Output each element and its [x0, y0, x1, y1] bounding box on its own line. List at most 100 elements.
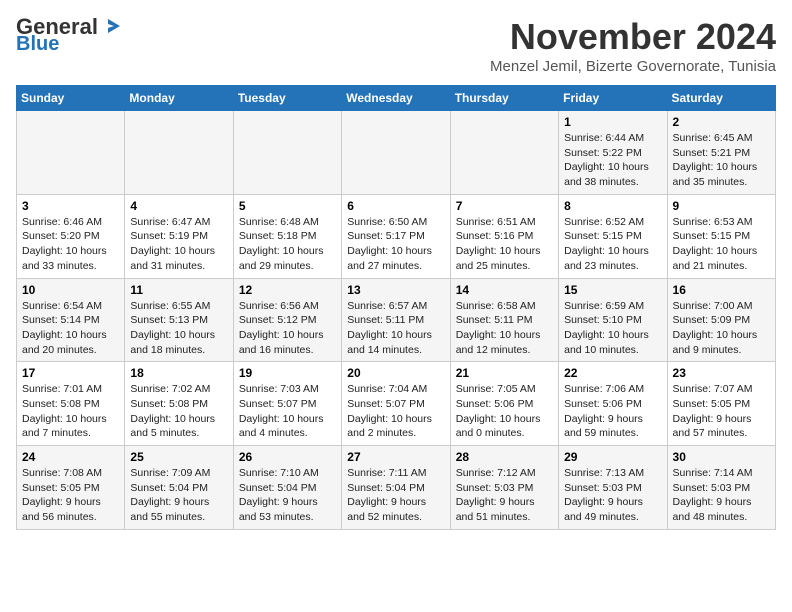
day-info: Sunrise: 7:00 AMSunset: 5:09 PMDaylight:…	[673, 299, 770, 358]
calendar-week-row: 24 Sunrise: 7:08 AMSunset: 5:05 PMDayligh…	[17, 446, 776, 530]
calendar-day-cell: 2 Sunrise: 6:45 AMSunset: 5:21 PMDaylight…	[667, 111, 775, 195]
day-number: 27	[347, 450, 444, 464]
day-info: Sunrise: 7:08 AMSunset: 5:05 PMDaylight:…	[22, 466, 119, 525]
calendar-day-cell: 9 Sunrise: 6:53 AMSunset: 5:15 PMDaylight…	[667, 194, 775, 278]
day-number: 6	[347, 199, 444, 213]
day-info: Sunrise: 7:06 AMSunset: 5:06 PMDaylight:…	[564, 382, 661, 441]
calendar-day-cell: 11 Sunrise: 6:55 AMSunset: 5:13 PMDayligh…	[125, 278, 233, 362]
day-info: Sunrise: 7:10 AMSunset: 5:04 PMDaylight:…	[239, 466, 336, 525]
day-info: Sunrise: 6:46 AMSunset: 5:20 PMDaylight:…	[22, 215, 119, 274]
calendar-day-cell: 22 Sunrise: 7:06 AMSunset: 5:06 PMDayligh…	[559, 362, 667, 446]
day-number: 21	[456, 366, 553, 380]
day-number: 13	[347, 283, 444, 297]
weekday-header: Sunday	[17, 86, 125, 111]
calendar-day-cell: 19 Sunrise: 7:03 AMSunset: 5:07 PMDayligh…	[233, 362, 341, 446]
day-info: Sunrise: 6:50 AMSunset: 5:17 PMDaylight:…	[347, 215, 444, 274]
day-number: 11	[130, 283, 227, 297]
calendar-day-cell: 10 Sunrise: 6:54 AMSunset: 5:14 PMDayligh…	[17, 278, 125, 362]
calendar-day-cell: 24 Sunrise: 7:08 AMSunset: 5:05 PMDayligh…	[17, 446, 125, 530]
day-info: Sunrise: 7:03 AMSunset: 5:07 PMDaylight:…	[239, 382, 336, 441]
day-info: Sunrise: 7:07 AMSunset: 5:05 PMDaylight:…	[673, 382, 770, 441]
day-number: 19	[239, 366, 336, 380]
calendar-table: SundayMondayTuesdayWednesdayThursdayFrid…	[16, 85, 776, 530]
day-number: 7	[456, 199, 553, 213]
weekday-header: Monday	[125, 86, 233, 111]
day-number: 24	[22, 450, 119, 464]
day-number: 14	[456, 283, 553, 297]
calendar-day-cell: 30Sunrise: 7:14 AMSunset: 5:03 PMDayligh…	[667, 446, 775, 530]
calendar-day-cell: 16 Sunrise: 7:00 AMSunset: 5:09 PMDayligh…	[667, 278, 775, 362]
calendar-header-row: SundayMondayTuesdayWednesdayThursdayFrid…	[17, 86, 776, 111]
calendar-day-cell: 6 Sunrise: 6:50 AMSunset: 5:17 PMDaylight…	[342, 194, 450, 278]
day-info: Sunrise: 7:13 AMSunset: 5:03 PMDaylight:…	[564, 466, 661, 525]
calendar-day-cell	[233, 111, 341, 195]
weekday-header: Saturday	[667, 86, 775, 111]
calendar-day-cell: 13 Sunrise: 6:57 AMSunset: 5:11 PMDayligh…	[342, 278, 450, 362]
calendar-day-cell: 3 Sunrise: 6:46 AMSunset: 5:20 PMDaylight…	[17, 194, 125, 278]
page-header: General Blue November 2024 Menzel Jemil,…	[16, 16, 776, 75]
logo: General Blue	[16, 16, 122, 54]
day-number: 3	[22, 199, 119, 213]
day-info: Sunrise: 6:55 AMSunset: 5:13 PMDaylight:…	[130, 299, 227, 358]
calendar-day-cell: 18 Sunrise: 7:02 AMSunset: 5:08 PMDayligh…	[125, 362, 233, 446]
day-info: Sunrise: 7:01 AMSunset: 5:08 PMDaylight:…	[22, 382, 119, 441]
day-number: 2	[673, 115, 770, 129]
day-info: Sunrise: 7:02 AMSunset: 5:08 PMDaylight:…	[130, 382, 227, 441]
calendar-day-cell	[342, 111, 450, 195]
day-number: 12	[239, 283, 336, 297]
day-number: 23	[673, 366, 770, 380]
day-info: Sunrise: 6:45 AMSunset: 5:21 PMDaylight:…	[673, 131, 770, 190]
calendar-day-cell: 28 Sunrise: 7:12 AMSunset: 5:03 PMDayligh…	[450, 446, 558, 530]
day-number: 22	[564, 366, 661, 380]
calendar-week-row: 3 Sunrise: 6:46 AMSunset: 5:20 PMDaylight…	[17, 194, 776, 278]
calendar-day-cell: 4 Sunrise: 6:47 AMSunset: 5:19 PMDaylight…	[125, 194, 233, 278]
day-number: 8	[564, 199, 661, 213]
calendar-day-cell: 27 Sunrise: 7:11 AMSunset: 5:04 PMDayligh…	[342, 446, 450, 530]
day-info: Sunrise: 7:09 AMSunset: 5:04 PMDaylight:…	[130, 466, 227, 525]
logo-icon	[100, 15, 122, 37]
calendar-day-cell	[17, 111, 125, 195]
day-number: 16	[673, 283, 770, 297]
day-info: Sunrise: 6:59 AMSunset: 5:10 PMDaylight:…	[564, 299, 661, 358]
day-info: Sunrise: 7:04 AMSunset: 5:07 PMDaylight:…	[347, 382, 444, 441]
day-info: Sunrise: 6:48 AMSunset: 5:18 PMDaylight:…	[239, 215, 336, 274]
location-subtitle: Menzel Jemil, Bizerte Governorate, Tunis…	[490, 58, 776, 75]
calendar-day-cell: 15 Sunrise: 6:59 AMSunset: 5:10 PMDayligh…	[559, 278, 667, 362]
calendar-week-row: 17 Sunrise: 7:01 AMSunset: 5:08 PMDayligh…	[17, 362, 776, 446]
calendar-day-cell: 14 Sunrise: 6:58 AMSunset: 5:11 PMDayligh…	[450, 278, 558, 362]
calendar-day-cell: 12 Sunrise: 6:56 AMSunset: 5:12 PMDayligh…	[233, 278, 341, 362]
day-info: Sunrise: 6:58 AMSunset: 5:11 PMDaylight:…	[456, 299, 553, 358]
day-number: 18	[130, 366, 227, 380]
calendar-day-cell: 1 Sunrise: 6:44 AMSunset: 5:22 PMDaylight…	[559, 111, 667, 195]
calendar-day-cell: 8 Sunrise: 6:52 AMSunset: 5:15 PMDaylight…	[559, 194, 667, 278]
month-title: November 2024	[490, 16, 776, 58]
calendar-day-cell	[450, 111, 558, 195]
calendar-day-cell: 21 Sunrise: 7:05 AMSunset: 5:06 PMDayligh…	[450, 362, 558, 446]
day-number: 5	[239, 199, 336, 213]
day-number: 9	[673, 199, 770, 213]
day-info: Sunrise: 7:14 AMSunset: 5:03 PMDaylight:…	[673, 466, 770, 525]
day-info: Sunrise: 6:57 AMSunset: 5:11 PMDaylight:…	[347, 299, 444, 358]
calendar-day-cell: 20Sunrise: 7:04 AMSunset: 5:07 PMDayligh…	[342, 362, 450, 446]
calendar-day-cell	[125, 111, 233, 195]
day-info: Sunrise: 7:12 AMSunset: 5:03 PMDaylight:…	[456, 466, 553, 525]
day-number: 1	[564, 115, 661, 129]
day-number: 15	[564, 283, 661, 297]
day-info: Sunrise: 6:44 AMSunset: 5:22 PMDaylight:…	[564, 131, 661, 190]
day-info: Sunrise: 6:53 AMSunset: 5:15 PMDaylight:…	[673, 215, 770, 274]
day-number: 4	[130, 199, 227, 213]
day-info: Sunrise: 6:52 AMSunset: 5:15 PMDaylight:…	[564, 215, 661, 274]
day-info: Sunrise: 6:54 AMSunset: 5:14 PMDaylight:…	[22, 299, 119, 358]
day-number: 17	[22, 366, 119, 380]
day-number: 28	[456, 450, 553, 464]
day-number: 25	[130, 450, 227, 464]
day-number: 10	[22, 283, 119, 297]
calendar-day-cell: 23 Sunrise: 7:07 AMSunset: 5:05 PMDayligh…	[667, 362, 775, 446]
weekday-header: Wednesday	[342, 86, 450, 111]
day-info: Sunrise: 6:47 AMSunset: 5:19 PMDaylight:…	[130, 215, 227, 274]
day-info: Sunrise: 6:56 AMSunset: 5:12 PMDaylight:…	[239, 299, 336, 358]
day-info: Sunrise: 7:11 AMSunset: 5:04 PMDaylight:…	[347, 466, 444, 525]
weekday-header: Friday	[559, 86, 667, 111]
day-info: Sunrise: 7:05 AMSunset: 5:06 PMDaylight:…	[456, 382, 553, 441]
calendar-day-cell: 5 Sunrise: 6:48 AMSunset: 5:18 PMDaylight…	[233, 194, 341, 278]
